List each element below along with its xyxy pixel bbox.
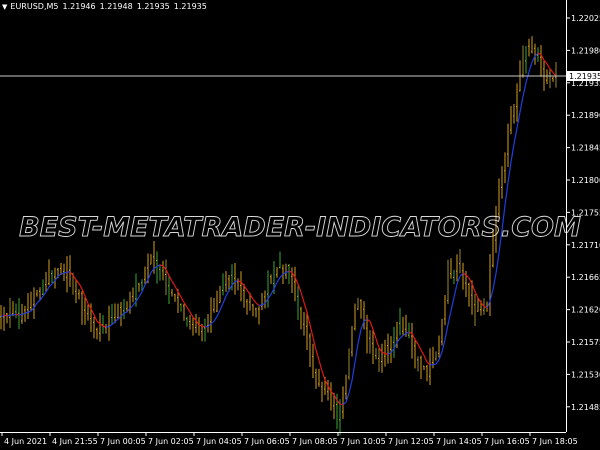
ma-segment bbox=[357, 329, 362, 344]
time-axis[interactable]: 4 Jun 2021 4 Jun 21:55 7 Jun 00:05 7 Jun 02… bbox=[1, 432, 578, 446]
ma-segment bbox=[174, 285, 179, 292]
ma-segment bbox=[423, 355, 428, 363]
ma-segment bbox=[303, 302, 308, 313]
x-tick-label: 7 Jun 06:05 bbox=[244, 437, 290, 446]
x-tick-label: 7 Jun 02:05 bbox=[148, 437, 194, 446]
ma-segment bbox=[453, 284, 458, 298]
ma-segment bbox=[213, 316, 218, 322]
ma-segment bbox=[321, 370, 326, 381]
ma-segment bbox=[375, 338, 380, 348]
ma-segment bbox=[219, 303, 224, 311]
ma-segment bbox=[255, 302, 260, 307]
ma-segment bbox=[354, 343, 359, 363]
ma-segment bbox=[432, 363, 437, 366]
y-tick-label: 1.21845 bbox=[571, 144, 600, 153]
y-tick-label: 1.21575 bbox=[571, 338, 600, 347]
ma-segment bbox=[504, 182, 509, 206]
ma-segment bbox=[300, 292, 305, 303]
ma-segment bbox=[3, 314, 8, 317]
y-tick-label: 1.21620 bbox=[571, 306, 600, 315]
ma-segment bbox=[78, 283, 83, 290]
ma-segment bbox=[546, 63, 551, 70]
x-tick-label: 4 Jun 2021 bbox=[4, 437, 47, 446]
ma-segment bbox=[351, 361, 356, 381]
ma-segment bbox=[63, 271, 68, 274]
ma-segment bbox=[525, 71, 530, 83]
ma-segment bbox=[495, 252, 500, 274]
ma-segment bbox=[450, 297, 455, 312]
y-tick-label: 1.22025 bbox=[571, 14, 600, 23]
ma-segment bbox=[246, 289, 251, 295]
x-tick-label: 4 Jun 21:55 bbox=[52, 437, 98, 446]
y-tick-label: 1.21530 bbox=[571, 370, 600, 379]
x-tick-label: 7 Jun 04:05 bbox=[196, 437, 242, 446]
y-tick-label: 1.21710 bbox=[571, 241, 600, 250]
ma-segment bbox=[222, 295, 227, 304]
ma-segment bbox=[171, 280, 176, 287]
ma-segment bbox=[258, 304, 263, 307]
ma-segment bbox=[513, 127, 518, 145]
ma-segment bbox=[447, 310, 452, 325]
ma-segment bbox=[522, 82, 527, 97]
ma-segment bbox=[186, 306, 191, 313]
ma-segment bbox=[252, 298, 257, 304]
x-tick-label: 7 Jun 00:05 bbox=[100, 437, 146, 446]
x-tick-label: 7 Jun 14:05 bbox=[436, 437, 482, 446]
current-price-label: 1.21935 bbox=[569, 72, 600, 81]
ma-segment bbox=[180, 296, 185, 303]
ma-segment bbox=[417, 343, 422, 351]
ma-segment bbox=[369, 321, 374, 330]
ma-segment bbox=[9, 314, 14, 317]
ma-segment bbox=[444, 324, 449, 340]
ma-segment bbox=[399, 335, 404, 339]
ma-segment bbox=[510, 144, 515, 163]
ma-segment bbox=[18, 313, 23, 316]
ma-segment bbox=[315, 349, 320, 361]
ma-segment bbox=[138, 291, 143, 298]
x-tick-label: 7 Jun 16:05 bbox=[484, 437, 530, 446]
ma-segment bbox=[420, 349, 425, 356]
ma-segment bbox=[492, 273, 497, 290]
ma-segment bbox=[348, 380, 353, 394]
y-tick-label: 1.21980 bbox=[571, 46, 600, 55]
y-tick-label: 1.21890 bbox=[571, 111, 600, 120]
y-tick-label: 1.21485 bbox=[571, 403, 600, 412]
x-tick-label: 7 Jun 18:05 bbox=[532, 437, 578, 446]
y-tick-label: 1.21755 bbox=[571, 208, 600, 217]
ma-segment bbox=[105, 325, 110, 328]
ma-segment bbox=[234, 280, 239, 283]
x-tick-label: 7 Jun 12:05 bbox=[388, 437, 434, 446]
ma-segment bbox=[36, 299, 41, 304]
watermark: BEST-METATRADER-INDICATORS.COM bbox=[19, 212, 581, 243]
ma-segment bbox=[201, 325, 206, 328]
ma-segment bbox=[519, 96, 524, 113]
ma-segment bbox=[6, 314, 11, 317]
ma-segment bbox=[276, 277, 281, 283]
y-tick-label: 1.21665 bbox=[571, 273, 600, 282]
x-tick-label: 7 Jun 08:05 bbox=[292, 437, 338, 446]
ma-segment bbox=[15, 313, 20, 316]
ma-segment bbox=[528, 61, 533, 73]
x-tick-label: 7 Jun 10:05 bbox=[340, 437, 386, 446]
price-chart[interactable]: BEST-METATRADER-INDICATORS.COM 1.22025 1.… bbox=[0, 0, 600, 450]
y-tick-label: 1.21800 bbox=[571, 176, 600, 185]
